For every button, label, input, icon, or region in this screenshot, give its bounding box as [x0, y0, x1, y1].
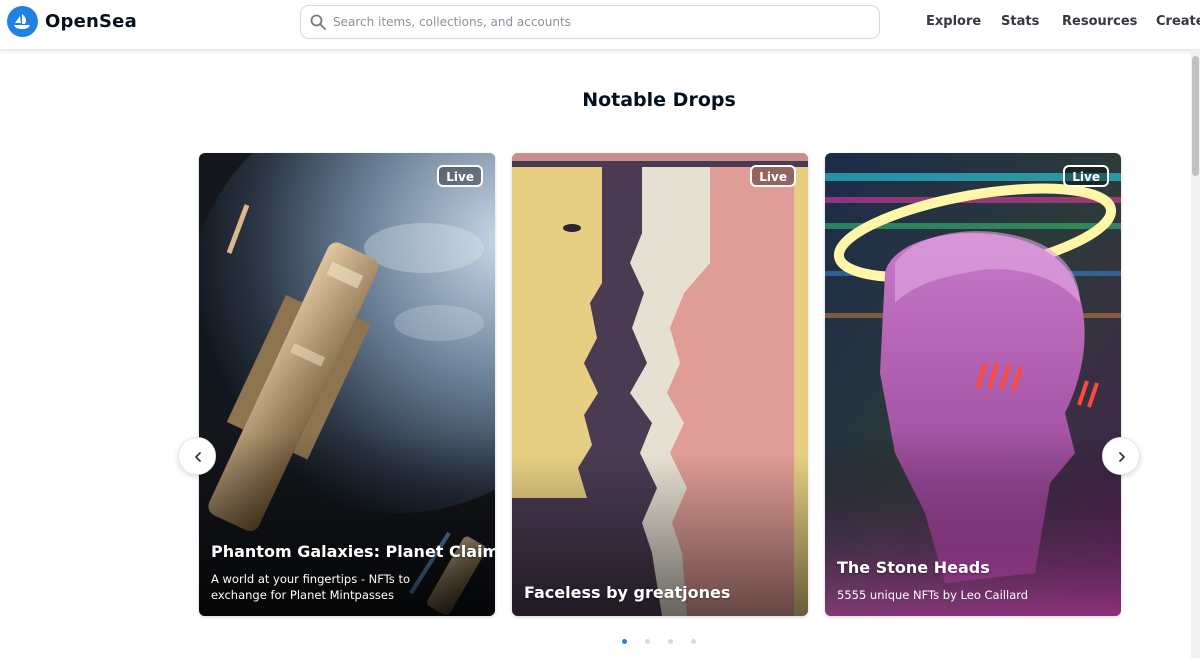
nav-resources[interactable]: Resources [1062, 14, 1137, 29]
chevron-left-icon [195, 452, 201, 462]
drop-card-faceless[interactable]: Live Faceless by greatjones [512, 153, 808, 616]
card-title: Faceless by greatjones [524, 583, 731, 602]
drop-card-phantom-galaxies[interactable]: Live Phantom Galaxies: Planet Claim A wo… [199, 153, 495, 616]
pagination-dot-active[interactable] [622, 639, 627, 644]
nav-explore[interactable]: Explore [926, 14, 981, 29]
drop-card-stone-heads[interactable]: Live The Stone Heads 5555 unique NFTs by… [825, 153, 1121, 616]
pagination-dot[interactable] [645, 639, 650, 644]
search-icon [310, 14, 326, 30]
live-badge: Live [1063, 165, 1109, 187]
live-badge: Live [437, 165, 483, 187]
pagination-dot[interactable] [668, 639, 673, 644]
card-description: 5555 unique NFTs by Leo Caillard [837, 588, 1029, 602]
card-description: A world at your fingertips - NFTs to exc… [211, 572, 410, 602]
live-badge: Live [750, 165, 796, 187]
nav-stats[interactable]: Stats [1001, 14, 1039, 29]
search-bar[interactable] [300, 5, 880, 39]
search-input[interactable] [333, 15, 853, 29]
carousel-prev-button[interactable] [178, 437, 216, 475]
opensea-logo-icon[interactable] [7, 6, 38, 37]
section-title: Notable Drops [582, 89, 736, 111]
carousel-next-button[interactable] [1102, 437, 1140, 475]
page-scrollbar-thumb[interactable] [1192, 56, 1199, 176]
card-title: Phantom Galaxies: Planet Claim [211, 542, 495, 561]
card-title: The Stone Heads [837, 558, 990, 577]
brand-name[interactable]: OpenSea [45, 11, 137, 32]
pagination-dot[interactable] [691, 639, 696, 644]
nav-create[interactable]: Create [1156, 14, 1200, 29]
top-header: OpenSea Explore Stats Resources Create [0, 0, 1200, 50]
stone-heads-artwork [825, 153, 1121, 616]
chevron-right-icon [1119, 452, 1125, 462]
faceless-artwork [512, 153, 808, 616]
